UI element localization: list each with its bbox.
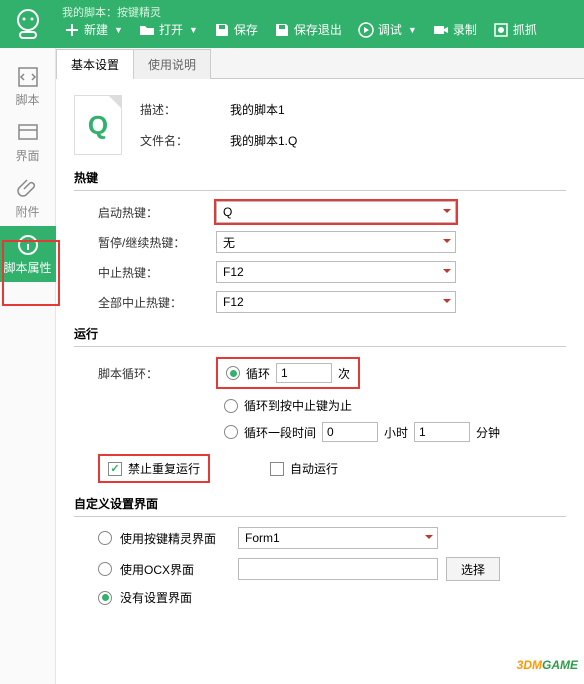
- save-icon: [214, 22, 230, 38]
- tab-basic[interactable]: 基本设置: [56, 49, 134, 79]
- paperclip-icon: [16, 177, 40, 201]
- camera-icon: [433, 22, 449, 38]
- loop-n-radio[interactable]: [226, 366, 240, 380]
- filename-value: 我的脚本1.Q: [230, 132, 297, 149]
- stopall-hotkey-select[interactable]: F12: [216, 291, 456, 313]
- desc-label: 描述：: [140, 101, 200, 118]
- loop-mins-input[interactable]: [414, 422, 470, 442]
- code-icon: [16, 65, 40, 89]
- open-button[interactable]: 打开▼: [131, 17, 206, 42]
- debug-button[interactable]: 调试▼: [350, 17, 425, 42]
- loop-time-radio[interactable]: [224, 425, 238, 439]
- plus-icon: [64, 22, 80, 38]
- pause-hotkey-label: 暂停/继续热键：: [98, 234, 208, 251]
- loop-time-text-a: 循环一段时间: [244, 424, 316, 441]
- play-icon: [358, 22, 374, 38]
- ui-qm-label: 使用按键精灵界面: [120, 530, 230, 547]
- sidebar-item-ui[interactable]: 界面: [0, 114, 56, 170]
- hotkey-section-header: 热键: [74, 165, 566, 191]
- sidebar-item-props[interactable]: 脚本属性: [0, 226, 56, 282]
- watermark: 3DMGAME: [517, 656, 578, 674]
- ui-qm-select[interactable]: Form1: [238, 527, 438, 549]
- no-repeat-checkbox[interactable]: [108, 462, 122, 476]
- capture-icon: [493, 22, 509, 38]
- tab-bar: 基本设置 使用说明: [56, 48, 584, 79]
- ui-none-label: 没有设置界面: [120, 589, 192, 606]
- window-title: 我的脚本：按键精灵: [62, 4, 161, 20]
- save-exit-icon: [274, 22, 290, 38]
- filename-label: 文件名：: [140, 132, 200, 149]
- sidebar-item-script[interactable]: 脚本: [0, 58, 56, 114]
- loop-stop-label: 循环到按中止键为止: [244, 397, 352, 414]
- ui-ocx-input[interactable]: [238, 558, 438, 580]
- loop-hours-label: 小时: [384, 424, 408, 441]
- record-button[interactable]: 录制: [425, 17, 485, 42]
- start-hotkey-label: 启动热键：: [98, 204, 208, 221]
- save-exit-button[interactable]: 保存退出: [266, 17, 350, 42]
- loop-n-option-highlight: 循环 次: [216, 357, 360, 389]
- left-sidebar: 脚本 界面 附件 脚本属性: [0, 48, 56, 684]
- no-repeat-label: 禁止重复运行: [128, 460, 200, 477]
- info-icon: [16, 233, 40, 257]
- run-section-header: 运行: [74, 321, 566, 347]
- loop-n-input[interactable]: [276, 363, 332, 383]
- custom-section-header: 自定义设置界面: [74, 491, 566, 517]
- layout-icon: [16, 121, 40, 145]
- loop-n-text-a: 循环: [246, 365, 270, 382]
- stop-hotkey-select[interactable]: F12: [216, 261, 456, 283]
- capture-button[interactable]: 抓抓: [485, 17, 545, 42]
- ui-ocx-radio[interactable]: [98, 562, 112, 576]
- folder-icon: [139, 22, 155, 38]
- loop-mins-label: 分钟: [476, 424, 500, 441]
- stop-hotkey-label: 中止热键：: [98, 264, 208, 281]
- sidebar-item-attach[interactable]: 附件: [0, 170, 56, 226]
- loop-label: 脚本循环：: [98, 365, 208, 382]
- start-hotkey-select[interactable]: Q: [216, 201, 456, 223]
- no-repeat-highlight: 禁止重复运行: [98, 454, 210, 483]
- desc-value: 我的脚本1: [230, 101, 285, 118]
- app-logo: [0, 0, 56, 48]
- ui-none-radio[interactable]: [98, 591, 112, 605]
- save-button[interactable]: 保存: [206, 17, 266, 42]
- new-button[interactable]: 新建▼: [56, 17, 131, 42]
- ui-ocx-label: 使用OCX界面: [120, 561, 230, 578]
- choose-button[interactable]: 选择: [446, 557, 500, 581]
- loop-hours-input[interactable]: [322, 422, 378, 442]
- stopall-hotkey-label: 全部中止热键：: [98, 294, 208, 311]
- loop-n-text-b: 次: [338, 365, 350, 382]
- tab-help[interactable]: 使用说明: [133, 49, 211, 79]
- auto-run-label: 自动运行: [290, 460, 338, 477]
- loop-stop-radio[interactable]: [224, 399, 238, 413]
- ui-qm-radio[interactable]: [98, 531, 112, 545]
- script-file-icon: Q: [74, 95, 122, 155]
- auto-run-checkbox[interactable]: [270, 462, 284, 476]
- pause-hotkey-select[interactable]: 无: [216, 231, 456, 253]
